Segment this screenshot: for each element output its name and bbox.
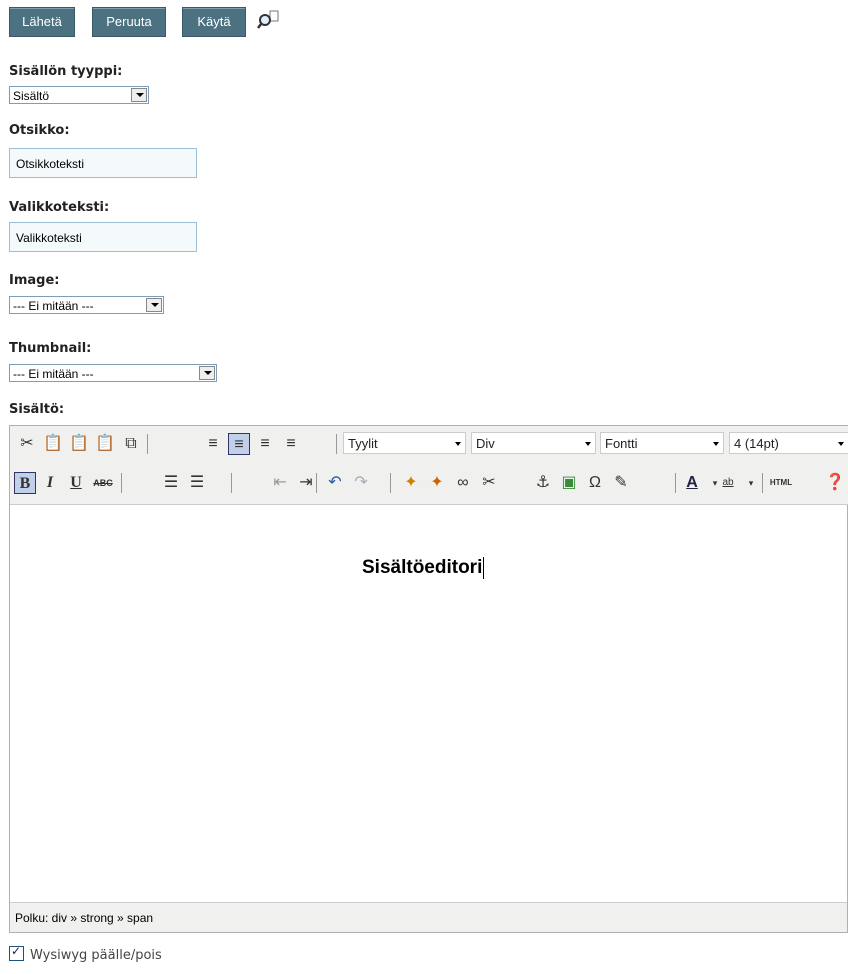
send-button[interactable]: Lähetä bbox=[9, 7, 75, 37]
chevron-down-icon bbox=[146, 298, 162, 312]
toolbar-separator bbox=[762, 473, 763, 493]
editor-path-bar: Polku: div » strong » span bbox=[10, 902, 847, 932]
font-dropdown[interactable]: Fontti bbox=[600, 432, 724, 454]
bullet-list-icon[interactable]: ☰ bbox=[160, 472, 182, 494]
title-input[interactable]: Otsikkoteksti bbox=[9, 148, 197, 178]
chevron-down-icon bbox=[199, 366, 215, 380]
numbered-list-icon[interactable]: ☰ bbox=[186, 472, 208, 494]
unlink-icon[interactable]: ✂ bbox=[478, 472, 500, 494]
size-dropdown[interactable]: 4 (14pt) bbox=[729, 432, 848, 454]
chevron-down-icon bbox=[838, 442, 844, 446]
image-value: --- Ei mitään --- bbox=[13, 299, 94, 313]
toolbar-separator bbox=[336, 434, 337, 454]
rich-text-editor: ✂ 📋 📋 📋 ⧉ ≡ ≡ ≡ ≡ Tyylit Div Fontti 4 (1… bbox=[9, 425, 848, 933]
help-icon[interactable]: ❓ bbox=[824, 472, 846, 494]
chevron-down-icon bbox=[585, 442, 591, 446]
html-source-button[interactable]: HTML bbox=[768, 472, 794, 494]
image-select[interactable]: --- Ei mitään --- bbox=[9, 296, 164, 314]
align-justify-icon[interactable]: ≡ bbox=[280, 433, 302, 455]
editor-content-area[interactable]: Sisältöeditori bbox=[10, 504, 847, 902]
toolbar-separator bbox=[231, 473, 232, 493]
undo-icon[interactable]: ↶ bbox=[324, 472, 346, 494]
italic-icon[interactable]: I bbox=[39, 472, 61, 494]
format-dropdown[interactable]: Div bbox=[471, 432, 596, 454]
redo-icon[interactable]: ↷ bbox=[350, 472, 372, 494]
thumbnail-select[interactable]: --- Ei mitään --- bbox=[9, 364, 217, 382]
image-icon[interactable]: ▣ bbox=[558, 472, 580, 494]
wysiwyg-checkbox[interactable] bbox=[9, 944, 24, 961]
paste-word-icon[interactable]: 📋 bbox=[94, 433, 116, 455]
preview-icon[interactable] bbox=[256, 9, 280, 33]
editor-toolbar-row-1: ✂ 📋 📋 📋 ⧉ ≡ ≡ ≡ ≡ Tyylit Div Fontti 4 (1… bbox=[10, 426, 848, 463]
align-center-icon[interactable]: ≡ bbox=[228, 433, 250, 455]
align-right-icon[interactable]: ≡ bbox=[254, 433, 276, 455]
anchor-icon[interactable]: ⚓ bbox=[532, 472, 554, 494]
title-label: Otsikko: bbox=[9, 123, 70, 138]
chevron-down-icon bbox=[455, 442, 461, 446]
image-label: Image: bbox=[9, 273, 60, 288]
select-all-icon[interactable]: ⧉ bbox=[120, 433, 142, 455]
content-type-select[interactable]: Sisältö bbox=[9, 86, 149, 104]
insert-image-icon[interactable]: ✦ bbox=[400, 472, 422, 494]
menu-text-input[interactable]: Valikkoteksti bbox=[9, 222, 197, 252]
indent-icon[interactable]: ⇥ bbox=[295, 472, 317, 494]
format-dropdown-value: Div bbox=[476, 436, 495, 451]
toolbar-separator bbox=[121, 473, 122, 493]
link-icon[interactable]: ∞ bbox=[452, 472, 474, 494]
content-label: Sisältö: bbox=[9, 402, 65, 417]
align-left-icon[interactable]: ≡ bbox=[202, 433, 224, 455]
highlight-color-icon[interactable]: ab bbox=[717, 472, 739, 494]
wysiwyg-label: Wysiwyg päälle/pois bbox=[30, 948, 162, 963]
text-color-icon[interactable]: A bbox=[681, 472, 703, 494]
bold-icon[interactable]: B bbox=[14, 472, 36, 494]
toolbar-separator bbox=[675, 473, 676, 493]
content-type-value: Sisältö bbox=[13, 89, 50, 103]
special-char-icon[interactable]: Ω bbox=[584, 472, 606, 494]
thumbnail-label: Thumbnail: bbox=[9, 341, 92, 356]
paste-text-icon[interactable]: 📋 bbox=[68, 433, 90, 455]
insert-media-icon[interactable]: ✦ bbox=[426, 472, 448, 494]
toolbar-separator bbox=[316, 473, 317, 493]
toolbar-separator bbox=[390, 473, 391, 493]
underline-icon[interactable]: U bbox=[65, 472, 87, 494]
editor-toolbar-row-2: B I U ABC ☰ ☰ ⇤ ⇥ ↶ ↷ ✦ ✦ ∞ ✂ ⚓ ▣ Ω ✎ A … bbox=[10, 462, 848, 505]
outdent-icon[interactable]: ⇤ bbox=[269, 472, 291, 494]
apply-button[interactable]: Käytä bbox=[182, 7, 246, 37]
cancel-button[interactable]: Peruuta bbox=[92, 7, 166, 37]
cut-icon[interactable]: ✂ bbox=[16, 433, 38, 455]
size-dropdown-value: 4 (14pt) bbox=[734, 436, 779, 451]
menu-text-label: Valikkoteksti: bbox=[9, 200, 110, 215]
toolbar-separator bbox=[147, 434, 148, 454]
strikethrough-icon[interactable]: ABC bbox=[92, 472, 114, 494]
styles-dropdown-value: Tyylit bbox=[348, 436, 378, 451]
thumbnail-value: --- Ei mitään --- bbox=[13, 367, 94, 381]
chevron-down-icon bbox=[131, 88, 147, 102]
content-type-label: Sisällön tyyppi: bbox=[9, 64, 123, 79]
cleanup-icon[interactable]: ✎ bbox=[610, 472, 632, 494]
styles-dropdown[interactable]: Tyylit bbox=[343, 432, 466, 454]
chevron-down-icon[interactable]: ▾ bbox=[740, 472, 762, 494]
font-dropdown-value: Fontti bbox=[605, 436, 638, 451]
wysiwyg-toggle[interactable]: Wysiwyg päälle/pois bbox=[9, 944, 162, 963]
copy-icon[interactable]: 📋 bbox=[42, 433, 64, 455]
editor-heading: Sisältöeditori bbox=[362, 557, 485, 579]
chevron-down-icon bbox=[713, 442, 719, 446]
